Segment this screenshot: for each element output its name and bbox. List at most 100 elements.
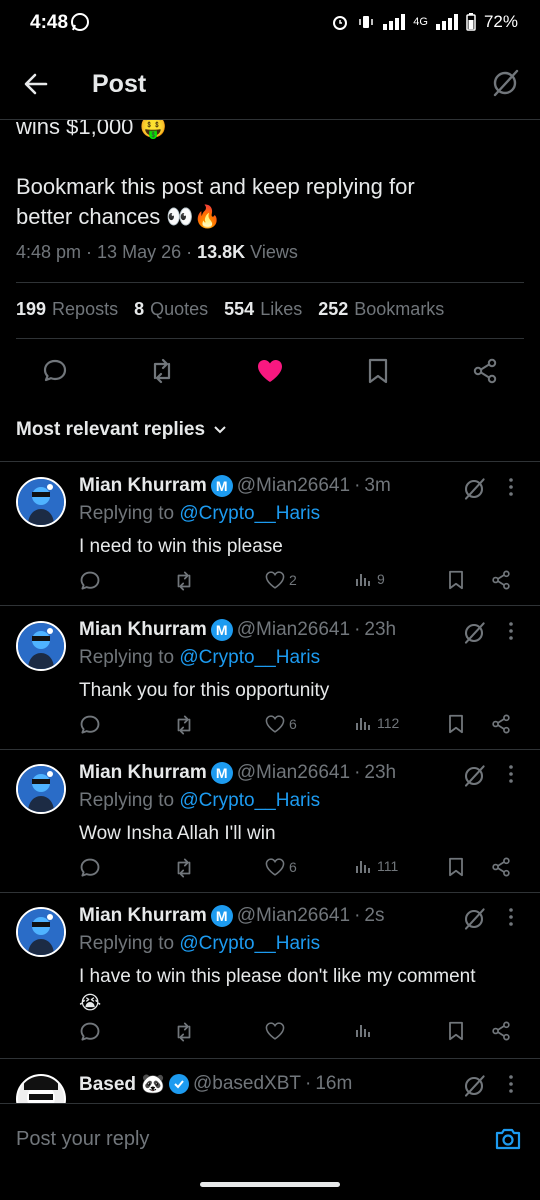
author-line: Mian Khurram M @Mian26641 · 23h (79, 762, 396, 784)
divider (16, 282, 524, 283)
separator-dot: · (354, 619, 361, 640)
more-options-icon[interactable] (508, 477, 514, 497)
like-button[interactable]: 2 (265, 570, 297, 590)
reply-icon[interactable] (79, 570, 101, 592)
quotes-stat[interactable]: 8 Quotes (134, 299, 208, 320)
share-icon[interactable] (491, 714, 511, 734)
repost-icon[interactable] (173, 1021, 195, 1043)
more-options-icon[interactable] (508, 1074, 514, 1094)
reply-icon[interactable] (79, 1021, 101, 1043)
reply-input-placeholder[interactable]: Post your reply (16, 1128, 149, 1151)
views-button[interactable]: 9 (355, 570, 385, 588)
avatar[interactable] (16, 1074, 66, 1103)
author-name[interactable]: Mian Khurram (79, 762, 207, 784)
more-options-icon[interactable] (508, 621, 514, 641)
reply-composer[interactable]: Post your reply (0, 1103, 540, 1175)
avatar[interactable] (16, 477, 66, 527)
grok-icon[interactable] (462, 621, 486, 645)
post-time: 4:48 pm (16, 242, 82, 262)
avatar[interactable] (16, 907, 66, 957)
reposts-count: 199 (16, 299, 47, 319)
repost-icon[interactable] (173, 857, 195, 879)
bookmark-icon[interactable] (447, 857, 465, 877)
replying-to-label: Replying to (79, 503, 175, 524)
repost-icon[interactable] (173, 570, 195, 592)
camera-icon[interactable] (494, 1126, 522, 1152)
reply-action-bar: 6 112 (79, 714, 524, 738)
share-icon[interactable] (491, 1021, 511, 1041)
reply-item[interactable]: Based 🐼 @basedXBT · 16m (0, 1062, 540, 1103)
post-action-bar (0, 350, 540, 390)
verified-badge-icon: M (210, 762, 233, 784)
verified-badge-icon: M (210, 475, 233, 497)
verified-badge-icon (168, 1074, 189, 1094)
bookmark-icon[interactable] (366, 358, 390, 384)
likes-stat[interactable]: 554 Likes (224, 299, 302, 320)
reply-text-line: I need to win this please (79, 536, 283, 557)
author-name[interactable]: Mian Khurram (79, 905, 207, 927)
repost-icon[interactable] (148, 358, 176, 384)
vibrate-icon (357, 13, 375, 31)
like-button[interactable]: 6 (265, 857, 297, 877)
grok-icon[interactable] (490, 68, 520, 98)
back-arrow-icon[interactable] (22, 70, 50, 98)
avatar[interactable] (16, 621, 66, 671)
post-text-line1: Bookmark this post and keep replying for (16, 174, 415, 199)
repost-icon[interactable] (173, 714, 195, 736)
heart-icon (265, 857, 285, 877)
sort-replies-dropdown[interactable]: Most relevant replies (16, 419, 227, 441)
author-line: Mian Khurram M @Mian26641 · 23h (79, 619, 396, 641)
views-button[interactable]: 112 (355, 714, 399, 732)
views-count: 112 (377, 715, 400, 731)
more-options-icon[interactable] (508, 764, 514, 784)
author-name[interactable]: Mian Khurram (79, 475, 207, 497)
author-line: Mian Khurram M @Mian26641 · 2s (79, 905, 384, 927)
like-icon-filled[interactable] (256, 358, 284, 384)
reply-text-emoji: 😭 (79, 993, 102, 1014)
grok-icon[interactable] (462, 1074, 486, 1098)
bookmark-icon[interactable] (447, 714, 465, 734)
share-icon[interactable] (491, 570, 511, 590)
share-icon[interactable] (472, 358, 498, 384)
avatar[interactable] (16, 764, 66, 814)
like-button[interactable]: 6 (265, 714, 297, 734)
replying-to-link[interactable]: @Crypto__Haris (179, 933, 320, 954)
reply-icon[interactable] (42, 358, 68, 384)
grok-icon[interactable] (462, 907, 486, 931)
reply-age: 2s (364, 905, 385, 926)
reply-text: Wow Insha Allah I'll win (79, 820, 519, 847)
views-button[interactable] (355, 1021, 377, 1039)
reply-item[interactable]: Mian Khurram M @Mian26641 · 2s Replying to @C… (0, 895, 540, 1060)
likes-label: Likes (260, 299, 303, 319)
author-handle: @basedXBT (192, 1073, 301, 1094)
reply-item[interactable]: Mian Khurram M @Mian26641 · 23h Replying to @… (0, 609, 540, 751)
reply-action-bar: 29 (79, 570, 524, 594)
reposts-stat[interactable]: 199 Reposts (16, 299, 118, 320)
reply-item[interactable]: Mian Khurram M @Mian26641 · 23h Replying to @… (0, 752, 540, 894)
share-icon[interactable] (491, 857, 511, 877)
replying-to-link[interactable]: @Crypto__Haris (179, 503, 320, 524)
more-options-icon[interactable] (508, 907, 514, 927)
reply-icon[interactable] (79, 857, 101, 879)
bookmark-icon[interactable] (447, 570, 465, 590)
grok-icon[interactable] (462, 764, 486, 788)
status-time: 4:48 (30, 12, 69, 33)
replying-to-link[interactable]: @Crypto__Haris (179, 790, 320, 811)
replying-to-label: Replying to (79, 647, 175, 668)
author-handle: @Mian26641 (236, 619, 351, 640)
reply-icon[interactable] (79, 714, 101, 736)
views-button[interactable]: 111 (355, 857, 398, 875)
reply-item[interactable]: Mian Khurram M @Mian26641 · 3m Replying to @C… (0, 465, 540, 607)
bookmarks-stat[interactable]: 252 Bookmarks (318, 299, 444, 320)
bookmark-icon[interactable] (447, 1021, 465, 1041)
author-name[interactable]: Based 🐼 (79, 1072, 165, 1096)
verified-badge-icon: M (210, 905, 233, 927)
post-text-line2: better chances 👀🔥 (16, 204, 222, 229)
replying-to-link[interactable]: @Crypto__Haris (179, 647, 320, 668)
home-indicator[interactable] (200, 1182, 340, 1187)
grok-icon[interactable] (462, 477, 486, 501)
quotes-count: 8 (134, 299, 145, 319)
author-name[interactable]: Mian Khurram (79, 619, 207, 641)
author-handle: @Mian26641 (236, 762, 351, 783)
like-button[interactable] (265, 1021, 289, 1041)
